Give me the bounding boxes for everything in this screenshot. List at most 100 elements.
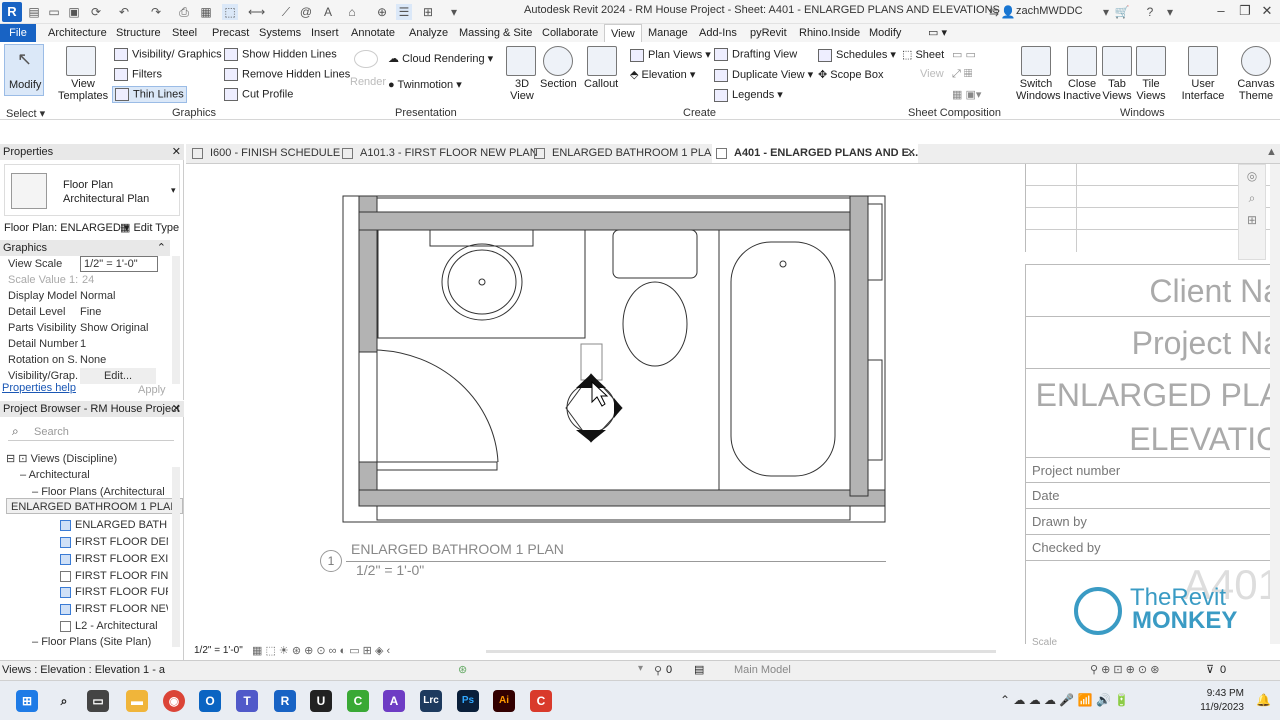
revit-taskbar-icon[interactable]: R bbox=[274, 690, 296, 712]
prop-detail-level[interactable]: Detail Level Fine bbox=[0, 304, 170, 320]
customize-icon[interactable]: ▾ bbox=[446, 4, 462, 20]
tab-finish-schedule[interactable]: I600 - FINISH SCHEDULE bbox=[188, 144, 340, 163]
worksharing-icon[interactable]: ⊛ bbox=[458, 663, 467, 676]
thin-lines-button[interactable]: Thin Lines bbox=[112, 86, 187, 103]
windows-start-icon[interactable]: ⊞ bbox=[16, 690, 38, 712]
redo-icon[interactable]: ↷ bbox=[148, 4, 164, 20]
show-hidden-lines-button[interactable]: Show Hidden Lines bbox=[224, 48, 337, 61]
editing-requests-icon[interactable]: ⚲ bbox=[654, 664, 662, 677]
clock-time[interactable]: 9:43 PM bbox=[1196, 688, 1244, 699]
properties-scrollbar[interactable] bbox=[172, 256, 180, 384]
tab-systems[interactable]: Systems bbox=[253, 24, 307, 42]
tree-first-floor-finish[interactable]: FIRST FLOOR FINISH bbox=[60, 568, 168, 584]
group-select[interactable]: Select ▾ bbox=[6, 107, 45, 120]
prop-rotation[interactable]: Rotation on S... None bbox=[0, 352, 170, 368]
schedules-button[interactable]: Schedules ▾ bbox=[818, 48, 896, 62]
matchline-icon[interactable]: ▦ ▣▾ bbox=[952, 88, 981, 101]
view-templates-button[interactable]: View Templates bbox=[54, 44, 108, 102]
close-panel-icon[interactable]: ✕ bbox=[172, 401, 181, 417]
tab-precast[interactable]: Precast bbox=[206, 24, 255, 42]
tab-add-ins[interactable]: Add-Ins bbox=[693, 24, 743, 42]
type-selector[interactable]: Floor Plan Architectural Plan ▾ bbox=[4, 164, 180, 216]
prop-detail-number[interactable]: Detail Number 1 bbox=[0, 336, 170, 352]
tree-first-floor-furniture[interactable]: FIRST FLOOR FURNIT bbox=[60, 584, 168, 600]
view-button[interactable]: View bbox=[920, 68, 944, 80]
notifications-icon[interactable]: 🔔 bbox=[1256, 693, 1271, 707]
design-options-icon[interactable]: ▤ bbox=[694, 663, 704, 676]
tab-modify[interactable]: Modify bbox=[863, 24, 907, 42]
twinmotion-button[interactable]: ● Twinmotion ▾ bbox=[388, 78, 462, 91]
graphics-section[interactable]: Graphics ⌃ bbox=[0, 240, 170, 256]
render-button[interactable]: Render bbox=[350, 76, 386, 88]
tree-floor-plans-site[interactable]: – Floor Plans (Site Plan) bbox=[32, 634, 151, 650]
vertical-scrollbar[interactable] bbox=[1270, 164, 1280, 644]
navigation-bar[interactable]: ◎ ⌕ ⊞ bbox=[1238, 164, 1266, 260]
section-button[interactable]: Section bbox=[540, 44, 577, 94]
view-control-icons[interactable]: ▦ ⬚ ☀ ⊛ ⊕ ⊙ ∞ ◐ ▭ ⊞ ◈ ‹ bbox=[252, 644, 390, 657]
sheet-button[interactable]: ⬚ Sheet bbox=[902, 48, 944, 61]
open-icon[interactable]: ▤ bbox=[26, 4, 42, 20]
filters-button[interactable]: Filters bbox=[114, 68, 162, 81]
tab-annotate[interactable]: Annotate bbox=[345, 24, 401, 42]
view-title-label[interactable]: ENLARGED BATHROOM 1 PLAN bbox=[351, 541, 564, 557]
clock-date[interactable]: 11/9/2023 bbox=[1192, 702, 1244, 713]
tab-view[interactable]: View bbox=[604, 24, 642, 42]
cut-profile-button[interactable]: Cut Profile bbox=[224, 88, 293, 101]
camtasia-icon[interactable]: C bbox=[347, 690, 369, 712]
tab-analyze[interactable]: Analyze bbox=[403, 24, 454, 42]
plan-views-button[interactable]: Plan Views ▾ bbox=[630, 48, 711, 62]
elevation-button[interactable]: ⬘ Elevation ▾ bbox=[630, 68, 695, 81]
tab-structure[interactable]: Structure bbox=[110, 24, 167, 42]
tab-rhino-inside[interactable]: Rhino.Inside bbox=[793, 24, 866, 42]
help-icon[interactable]: ? bbox=[1142, 4, 1158, 20]
tab-a401-sheet[interactable]: A401 - ENLARGED PLANS AND E... ✕ bbox=[712, 144, 918, 163]
text-icon[interactable]: A bbox=[320, 4, 336, 20]
ribbon-options-icon[interactable]: ▭ ▾ bbox=[922, 24, 953, 42]
task-view-icon[interactable]: ▭ bbox=[87, 690, 109, 712]
instance-selector[interactable]: Floor Plan: ENLARGED ▾ bbox=[4, 221, 129, 234]
browser-scrollbar[interactable] bbox=[172, 467, 180, 647]
tab-first-floor-new-plan[interactable]: A101.3 - FIRST FLOOR NEW PLAN bbox=[338, 144, 538, 163]
unreal-icon[interactable]: U bbox=[310, 690, 332, 712]
tree-first-floor-existing[interactable]: FIRST FLOOR EXISTIN bbox=[60, 551, 168, 567]
home-icon[interactable]: ⌂ bbox=[344, 4, 360, 20]
sheet-title-line1[interactable]: ENLARGED PLA bbox=[1026, 377, 1280, 414]
workset-dropdown-icon[interactable]: ▾ bbox=[638, 663, 643, 674]
guide-grid-icon[interactable]: ⤢ ▦ bbox=[952, 68, 972, 81]
tag-icon[interactable]: @ bbox=[298, 4, 314, 20]
filter-icon[interactable]: ⊽ bbox=[1206, 663, 1214, 676]
client-name[interactable]: Client Na bbox=[1026, 265, 1280, 317]
tab-architecture[interactable]: Architecture bbox=[42, 24, 113, 42]
navigate-icon[interactable]: ⊕ bbox=[374, 4, 390, 20]
camtasia-recorder-icon[interactable]: C bbox=[530, 690, 552, 712]
zoom-region-icon[interactable]: ⊞ bbox=[1239, 209, 1265, 231]
project-name[interactable]: Project Na bbox=[1026, 317, 1280, 369]
tree-architectural[interactable]: – Architectural bbox=[20, 467, 90, 483]
minimize-icon[interactable]: – bbox=[1210, 3, 1232, 21]
switch-windows-button[interactable]: Switch Windows bbox=[1016, 44, 1061, 104]
tile-views-button[interactable]: Tile Views bbox=[1134, 44, 1168, 104]
search-icon[interactable]: ⌕ bbox=[53, 690, 75, 712]
file-explorer-icon[interactable]: ▬ bbox=[126, 690, 148, 712]
maximize-icon[interactable]: ❐ bbox=[1234, 3, 1256, 21]
print-pdf-icon[interactable]: ▦ bbox=[198, 4, 214, 20]
tree-enlarged-bathroom[interactable]: ENLARGED BATHRO bbox=[60, 517, 168, 533]
zoom-icon[interactable]: ⌕ bbox=[1239, 187, 1265, 209]
outlook-icon[interactable]: O bbox=[199, 690, 221, 712]
tree-first-floor-new[interactable]: FIRST FLOOR NEW bbox=[60, 601, 168, 617]
properties-help-link[interactable]: Properties help bbox=[2, 382, 76, 394]
visibility-graphics-button[interactable]: Visibility/ Graphics bbox=[114, 48, 222, 61]
tree-first-floor-demo[interactable]: FIRST FLOOR DEMO bbox=[60, 534, 168, 550]
tab-manage[interactable]: Manage bbox=[642, 24, 694, 42]
save-icon[interactable]: ▣ bbox=[66, 4, 82, 20]
tree-views-discipline[interactable]: ⊟ ⊡ Views (Discipline) bbox=[6, 451, 117, 467]
tab-file[interactable]: File bbox=[0, 24, 36, 42]
revit-logo-icon[interactable]: R bbox=[2, 2, 22, 22]
prop-view-scale[interactable]: View Scale 1/2" = 1'-0" bbox=[0, 256, 170, 272]
cart-icon[interactable]: 🛒 bbox=[1114, 4, 1130, 20]
tree-l2-architectural[interactable]: L2 - Architectural bbox=[60, 618, 168, 634]
close-icon[interactable]: ✕ bbox=[1256, 3, 1278, 21]
close-tab-icon[interactable]: ✕ bbox=[907, 144, 916, 163]
sync-icon[interactable]: ⟳ bbox=[88, 4, 104, 20]
photoshop-icon[interactable]: Ps bbox=[457, 690, 479, 712]
